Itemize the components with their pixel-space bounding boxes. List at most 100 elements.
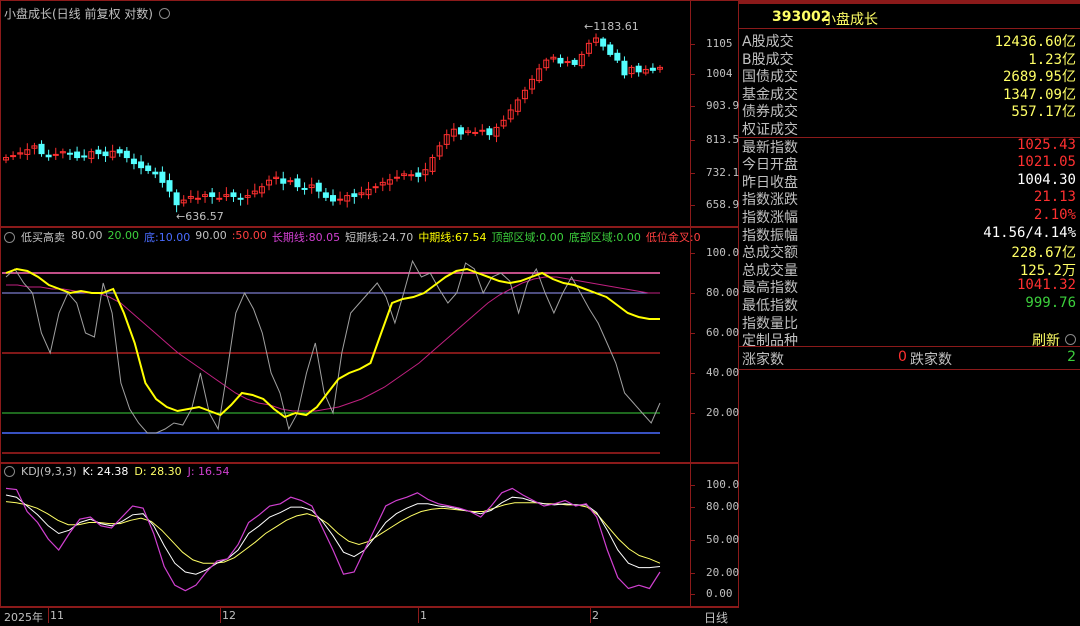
main-tick-0: 1105 bbox=[706, 37, 733, 50]
kdj-tick-4: 0.00 bbox=[706, 587, 733, 600]
main-tickmark-1 bbox=[690, 74, 695, 75]
kdj-tickmark-0 bbox=[690, 485, 695, 486]
quote-divider-3 bbox=[738, 369, 1080, 370]
quote-row: 基金成交 1347.09亿 bbox=[738, 84, 1080, 103]
candle-body bbox=[237, 197, 244, 200]
quote-row: 昨日收盘 1004.30 bbox=[738, 172, 1080, 191]
main-tick-4: 732.1 bbox=[706, 166, 740, 179]
quote-row: 债券成交 557.17亿 bbox=[738, 101, 1080, 120]
ind1-tickmark-0 bbox=[690, 253, 695, 254]
candle-body bbox=[152, 171, 159, 175]
candle-body bbox=[230, 192, 237, 197]
quote-row: 最低指数 999.76 bbox=[738, 295, 1080, 314]
candle-body bbox=[472, 131, 479, 134]
refresh-settings-icon[interactable] bbox=[1065, 334, 1076, 346]
quote-row: 权证成交 bbox=[738, 119, 1080, 138]
candle-body bbox=[372, 186, 379, 189]
candle-body bbox=[607, 44, 614, 55]
candle-body bbox=[287, 180, 294, 183]
x-tick-nov bbox=[48, 607, 49, 623]
quote-divider-2 bbox=[738, 346, 1080, 347]
candle-body bbox=[194, 197, 201, 200]
candle-body bbox=[216, 197, 223, 200]
quote-row-value: 21.13 bbox=[1033, 189, 1076, 206]
refresh-button[interactable]: 刷新 bbox=[1032, 330, 1060, 350]
candle-body bbox=[159, 171, 166, 183]
low-price-marker: ←636.57 bbox=[176, 210, 224, 223]
quote-row: 指数涨幅 2.10% bbox=[738, 207, 1080, 226]
main-tickmark-5 bbox=[690, 205, 695, 206]
quote-row: 今日开盘 1021.05 bbox=[738, 154, 1080, 173]
kdj-tickmark-3 bbox=[690, 573, 695, 574]
kdj-tick-1: 80.00 bbox=[706, 500, 740, 513]
candle-body bbox=[102, 151, 109, 157]
quote-row-value: 2.10% bbox=[1033, 207, 1076, 223]
quote-row-label: 定制品种 bbox=[742, 333, 798, 350]
rise-value: 0 bbox=[898, 349, 907, 365]
low-price-label: 636.57 bbox=[185, 210, 224, 223]
quote-row: 指数涨跌 21.13 bbox=[738, 189, 1080, 208]
kdj-tickmark-1 bbox=[690, 507, 695, 508]
rise-label: 涨家数 bbox=[742, 352, 784, 368]
quote-row: A股成交 12436.60亿 bbox=[738, 31, 1080, 50]
kdj-k-line bbox=[5, 494, 661, 575]
main-tickmark-3 bbox=[690, 140, 695, 141]
candle-body bbox=[209, 192, 216, 197]
candle-body bbox=[116, 149, 123, 154]
kdj-tickmark-4 bbox=[690, 594, 695, 595]
candle-body bbox=[10, 155, 17, 158]
candle-body bbox=[614, 52, 621, 61]
quote-top-strip bbox=[738, 0, 1080, 4]
quote-row: 最新指数 1025.43 bbox=[738, 136, 1080, 156]
candle-body bbox=[557, 57, 564, 64]
candle-body bbox=[95, 149, 102, 155]
candle-body bbox=[280, 178, 287, 184]
x-tick-dec bbox=[220, 607, 221, 623]
quote-row: 总成交额 228.67亿 bbox=[738, 242, 1080, 261]
kdj-chart[interactable] bbox=[0, 462, 690, 608]
x-label-feb: 2 bbox=[592, 609, 599, 622]
breadth-row: 涨家数 0 跌家数 2 bbox=[738, 349, 1080, 368]
quote-row-value: 1025.43 bbox=[1016, 136, 1076, 153]
ind1-tickmark-3 bbox=[690, 373, 695, 374]
main-tick-5: 658.9 bbox=[706, 198, 740, 211]
fall-label: 跌家数 bbox=[910, 352, 952, 368]
candle-body bbox=[571, 59, 578, 65]
x-label-jan: 1 bbox=[420, 609, 427, 622]
candle-body bbox=[123, 150, 130, 159]
candle-body bbox=[635, 65, 642, 73]
kdj-tick-3: 20.00 bbox=[706, 566, 740, 579]
candle-body bbox=[166, 180, 173, 192]
period-label[interactable]: 日线 bbox=[704, 609, 728, 626]
ind1-tick-0: 100.0 bbox=[706, 246, 740, 259]
candle-body bbox=[294, 178, 301, 188]
candle-body bbox=[145, 165, 152, 172]
fall-value: 2 bbox=[1067, 349, 1076, 365]
candle-body bbox=[315, 182, 322, 192]
quote-row-value: 1021.05 bbox=[1016, 154, 1076, 171]
candle-body bbox=[74, 151, 81, 159]
indicator1-chart[interactable] bbox=[0, 226, 690, 464]
candle-body bbox=[600, 38, 607, 47]
x-label-nov: 11 bbox=[50, 609, 64, 622]
long-term-line bbox=[6, 276, 660, 412]
quote-header: 393002 小盘成长 bbox=[738, 6, 1080, 29]
candle-body bbox=[621, 60, 628, 76]
quote-name: 小盘成长 bbox=[822, 12, 878, 28]
mid-term-line bbox=[5, 267, 660, 419]
quote-row: 指数量比 bbox=[738, 313, 1080, 332]
candlestick-chart[interactable] bbox=[0, 0, 690, 228]
kdj-tick-2: 50.00 bbox=[706, 533, 740, 546]
candle-body bbox=[479, 129, 486, 132]
ind1-tick-4: 20.00 bbox=[706, 406, 740, 419]
quote-row: 最高指数 1041.32 bbox=[738, 277, 1080, 296]
candle-body bbox=[415, 172, 422, 177]
candle-body bbox=[130, 158, 137, 165]
quote-row: B股成交 1.23亿 bbox=[738, 49, 1080, 68]
main-tickmark-4 bbox=[690, 173, 695, 174]
main-tick-3: 813.5 bbox=[706, 133, 740, 146]
candle-body bbox=[322, 192, 329, 198]
x-tick-feb bbox=[590, 607, 591, 623]
short-term-line bbox=[5, 259, 661, 434]
candle-body bbox=[66, 152, 73, 155]
